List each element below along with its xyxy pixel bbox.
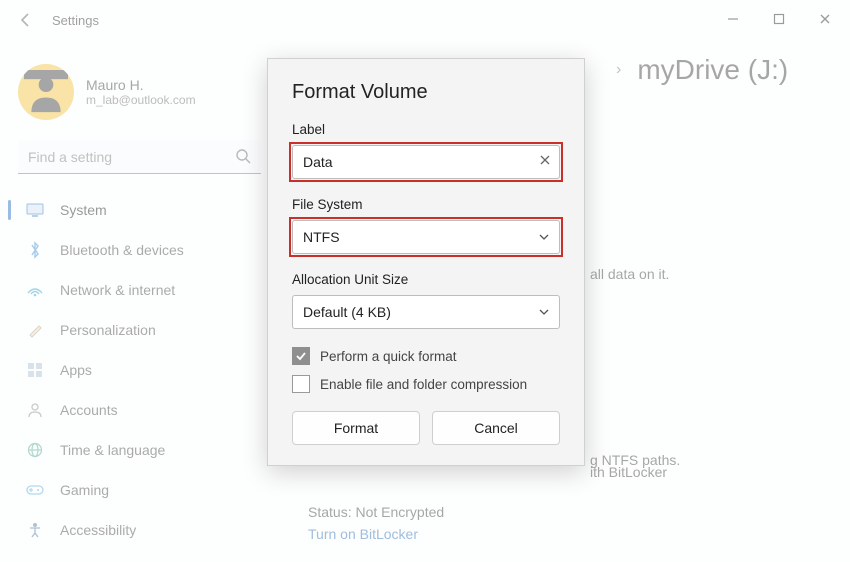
au-field-label: Allocation Unit Size [292,272,560,287]
cancel-button[interactable]: Cancel [432,411,560,445]
checkbox-box [292,375,310,393]
quick-format-label: Perform a quick format [320,349,457,364]
format-volume-dialog: Format Volume Label File System NTFS All… [267,58,585,466]
quick-format-checkbox[interactable]: Perform a quick format [292,347,560,365]
dialog-buttons: Format Cancel [292,411,560,445]
label-input[interactable] [292,145,560,179]
fs-select-value: NTFS [303,229,340,245]
clear-icon[interactable] [538,153,552,172]
checkbox-box [292,347,310,365]
au-select-value: Default (4 KB) [303,304,391,320]
fs-field-label: File System [292,197,560,212]
au-field-wrap: Default (4 KB) [292,295,560,329]
format-button[interactable]: Format [292,411,420,445]
dialog-title: Format Volume [292,81,560,104]
label-field-label: Label [292,122,560,137]
compression-label: Enable file and folder compression [320,377,527,392]
au-select[interactable]: Default (4 KB) [292,295,560,329]
fs-select[interactable]: NTFS [292,220,560,254]
label-field-wrap [292,145,560,179]
fs-field-wrap: NTFS [292,220,560,254]
compression-checkbox[interactable]: Enable file and folder compression [292,375,560,393]
